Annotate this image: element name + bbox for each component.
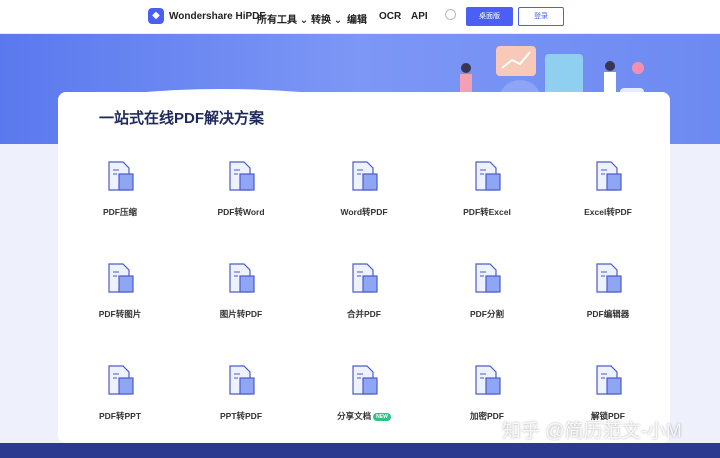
tool-label: 合并PDF (346, 309, 381, 319)
share-icon (347, 364, 381, 398)
tool-label: Word转PDF (340, 207, 388, 217)
new-badge: NEW (373, 412, 391, 421)
pdf-to-word-icon (224, 160, 258, 194)
tool-compress[interactable]: PDF压缩 (70, 160, 170, 218)
tool-image-to-pdf[interactable]: 图片转PDF (191, 262, 291, 320)
tool-pdf-to-excel[interactable]: PDF转Excel (437, 160, 537, 218)
watermark: 知乎 @简历范文-小M (502, 421, 682, 442)
logo-icon: ◆ (148, 8, 164, 24)
tool-ppt-to-pdf[interactable]: PPT转PDF (191, 364, 291, 422)
unlock-icon (591, 364, 625, 398)
tool-label: 加密PDF (469, 411, 504, 421)
footer-band (0, 443, 720, 458)
compress-icon (103, 160, 137, 194)
page-title: 一站式在线PDF解决方案 (99, 110, 265, 127)
tool-share[interactable]: 分享文档 NEW (314, 364, 414, 422)
search-icon[interactable] (445, 9, 456, 20)
pdf-to-ppt-icon (103, 364, 137, 398)
ppt-to-pdf-icon (224, 364, 258, 398)
tool-excel-to-pdf[interactable]: Excel转PDF (558, 160, 658, 218)
nav-ocr[interactable]: OCR (379, 11, 401, 22)
tool-label: PDF转Word (217, 207, 265, 217)
tool-label: PDF压缩 (102, 207, 137, 217)
tool-pdf-to-word[interactable]: PDF转Word (191, 160, 291, 218)
split-icon (470, 262, 504, 296)
pdf-to-excel-icon (470, 160, 504, 194)
tool-label: Excel转PDF (584, 207, 632, 217)
nav-edit[interactable]: 编辑 (347, 11, 367, 26)
brand-name: Wondershare HiPDF (169, 10, 266, 22)
tool-merge[interactable]: 合并PDF (314, 262, 414, 320)
excel-to-pdf-icon (591, 160, 625, 194)
image-to-pdf-icon (224, 262, 258, 296)
tool-label: PPT转PDF (219, 411, 263, 421)
lock-icon (470, 364, 504, 398)
logo[interactable]: ◆ Wondershare HiPDF (148, 8, 266, 24)
tool-pdf-to-image[interactable]: PDF转图片 (70, 262, 170, 320)
editor-icon (591, 262, 625, 296)
tool-word-to-pdf[interactable]: Word转PDF (314, 160, 414, 218)
nav-api[interactable]: API (411, 11, 428, 22)
tool-label: PDF转图片 (98, 309, 142, 319)
nav-all-tools[interactable]: 所有工具 ⌄ (257, 11, 308, 26)
word-to-pdf-icon (347, 160, 381, 194)
tool-lock[interactable]: 加密PDF (437, 364, 537, 422)
tool-label: 图片转PDF (219, 309, 263, 319)
tool-pdf-to-ppt[interactable]: PDF转PPT (70, 364, 170, 422)
desktop-button[interactable]: 桌面版 (466, 7, 513, 26)
tool-label: PDF转Excel (463, 207, 511, 217)
tool-label: PDF分割 (469, 309, 504, 319)
nav-convert[interactable]: 转换 ⌄ (311, 11, 342, 26)
login-button[interactable]: 登录 (518, 7, 564, 26)
tool-unlock[interactable]: 解锁PDF (558, 364, 658, 422)
tool-editor[interactable]: PDF编辑器 (558, 262, 658, 320)
tool-label: PDF编辑器 (586, 309, 630, 319)
tool-label: PDF转PPT (98, 411, 142, 421)
top-nav: ◆ Wondershare HiPDF 所有工具 ⌄ 转换 ⌄ 编辑 OCR A… (0, 0, 720, 34)
pdf-to-image-icon (103, 262, 137, 296)
tool-split[interactable]: PDF分割 (437, 262, 537, 320)
tool-label: 分享文档 (337, 411, 372, 421)
merge-icon (347, 262, 381, 296)
